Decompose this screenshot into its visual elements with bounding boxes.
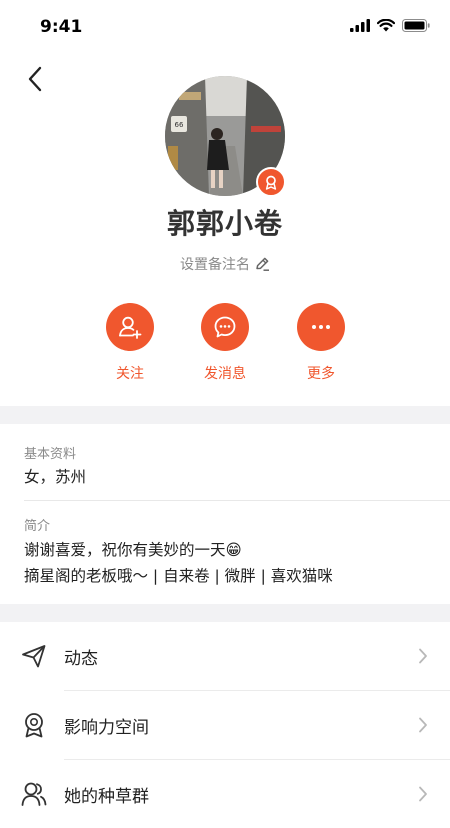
message-label: 发消息 (204, 366, 246, 382)
chevron-left-icon (28, 66, 42, 92)
award-ribbon-icon (265, 175, 277, 190)
verified-badge (256, 167, 286, 197)
chevron-right-icon (419, 717, 427, 733)
battery-icon (402, 19, 430, 32)
remark-label: 设置备注名 (180, 257, 250, 273)
section-gap (0, 406, 450, 424)
more-dots-icon (312, 325, 330, 329)
divider (24, 500, 450, 501)
status-time: 9:41 (40, 17, 83, 37)
basic-info-title: 基本资料 (24, 447, 77, 462)
svg-text:66: 66 (175, 121, 184, 129)
set-remark-button[interactable]: 设置备注名 (0, 254, 450, 274)
wifi-icon (377, 19, 395, 32)
intro-line-1: 谢谢喜爱，祝你有美妙的一天😁 (24, 541, 242, 559)
menu-item-seeding-group[interactable]: 她的种草群 (0, 760, 450, 828)
intro-line-2: 摘星阁的老板哦～ | 自来卷 | 微胖 | 喜欢猫咪 (24, 567, 333, 585)
paper-plane-icon (22, 645, 46, 668)
pencil-icon (256, 257, 269, 271)
chevron-right-icon (419, 648, 427, 664)
more-label: 更多 (307, 366, 335, 382)
menu-label: 动态 (64, 649, 98, 669)
menu-label: 影响力空间 (64, 718, 149, 738)
award-ribbon-icon (25, 713, 43, 738)
back-button[interactable] (22, 64, 52, 94)
follow-label: 关注 (116, 366, 144, 382)
status-icons (350, 19, 430, 32)
avatar[interactable]: 66 (165, 76, 286, 197)
chat-bubble-icon (214, 316, 236, 338)
message-button[interactable]: 发消息 (185, 303, 265, 383)
menu-item-feed[interactable]: 动态 (0, 622, 450, 690)
intro-title: 简介 (24, 519, 51, 534)
basic-info-value: 女，苏州 (24, 468, 87, 486)
group-users-icon (21, 782, 47, 806)
profile-name: 郭郭小卷 (166, 207, 283, 240)
more-button[interactable]: 更多 (281, 303, 361, 383)
menu-label: 她的种草群 (64, 787, 149, 807)
follow-button[interactable]: 关注 (90, 303, 170, 383)
add-user-icon (119, 316, 142, 339)
menu-item-influence-space[interactable]: 影响力空间 (0, 691, 450, 759)
status-bar: 9:41 (0, 0, 450, 56)
section-gap (0, 604, 450, 622)
signal-icon (350, 19, 370, 32)
